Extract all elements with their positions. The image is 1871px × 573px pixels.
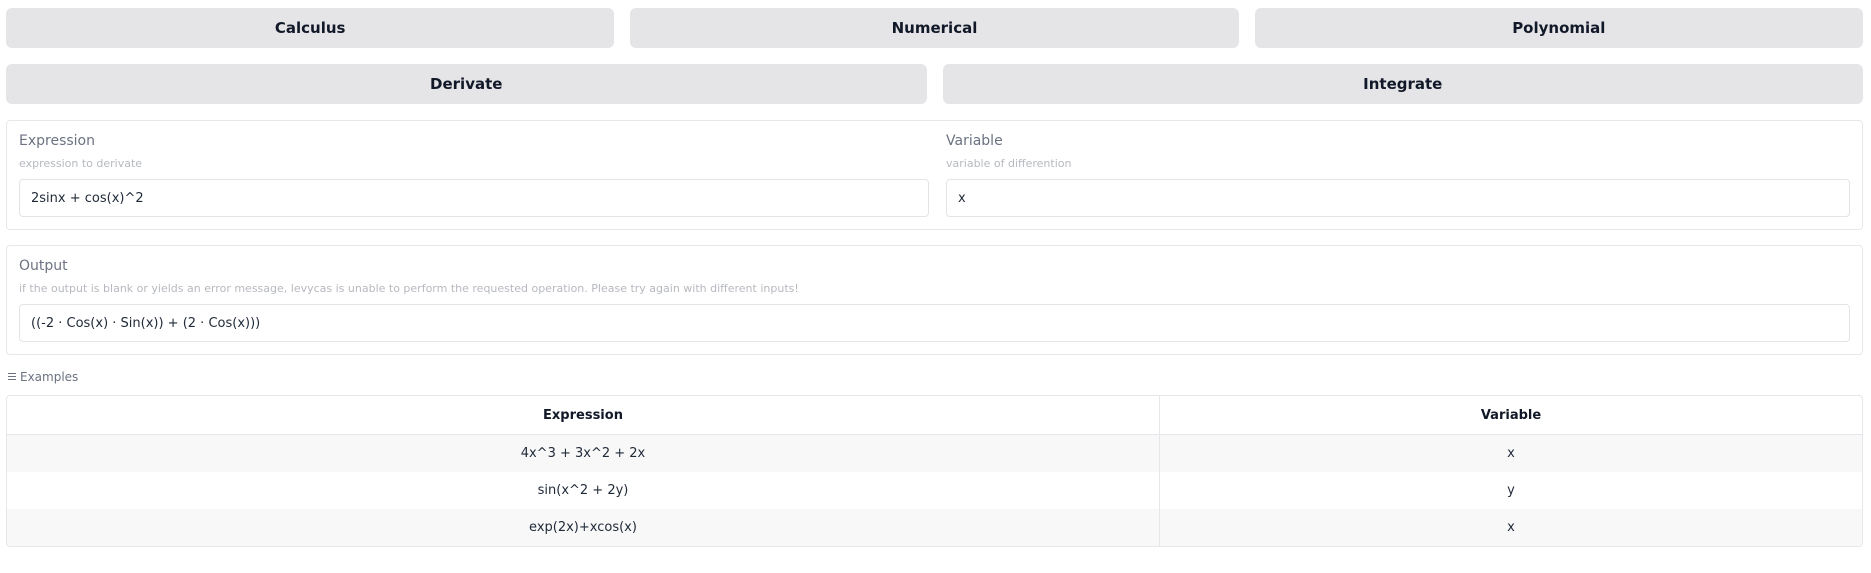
tab-numerical[interactable]: Numerical xyxy=(630,8,1239,48)
output-panel: Output if the output is blank or yields … xyxy=(6,245,1863,355)
variable-field-group: Variable variable of differention x xyxy=(946,121,1850,229)
example-expression[interactable]: sin(x^2 + 2y) xyxy=(7,472,1160,509)
example-variable[interactable]: x xyxy=(1160,435,1862,472)
expression-field-group: Expression expression to derivate 2sinx … xyxy=(19,121,929,229)
expression-input[interactable]: 2sinx + cos(x)^2 xyxy=(19,179,929,217)
variable-label: Variable xyxy=(946,133,1003,149)
inputs-panel: Expression expression to derivate 2sinx … xyxy=(6,120,1863,230)
examples-header-row: Expression Variable xyxy=(7,396,1862,435)
example-row[interactable]: 4x^3 + 3x^2 + 2x x xyxy=(7,435,1862,472)
example-row[interactable]: exp(2x)+xcos(x) x xyxy=(7,509,1862,546)
top-tab-row: Calculus Numerical Polynomial xyxy=(6,8,1863,48)
tab-calculus[interactable]: Calculus xyxy=(6,8,615,48)
variable-input[interactable]: x xyxy=(946,179,1850,217)
column-header-variable: Variable xyxy=(1480,407,1542,423)
output-info: if the output is blank or yields an erro… xyxy=(19,282,799,295)
tab-integrate[interactable]: Integrate xyxy=(942,64,1863,104)
examples-title: Examples xyxy=(20,370,79,384)
output-field-group: Output if the output is blank or yields … xyxy=(19,246,1850,354)
sub-tab-row: Derivate Integrate xyxy=(6,64,1863,104)
output-label: Output xyxy=(19,258,68,274)
example-expression[interactable]: exp(2x)+xcos(x) xyxy=(7,509,1160,546)
example-expression[interactable]: 4x^3 + 3x^2 + 2x xyxy=(7,435,1160,472)
example-row[interactable]: sin(x^2 + 2y) y xyxy=(7,472,1862,509)
examples-header: Examples xyxy=(8,370,78,384)
expression-info: expression to derivate xyxy=(19,157,143,170)
examples-table: Expression Variable 4x^3 + 3x^2 + 2x x s… xyxy=(6,395,1863,547)
tab-derivate[interactable]: Derivate xyxy=(6,64,927,104)
expression-label: Expression xyxy=(19,133,95,149)
list-icon xyxy=(8,373,16,381)
variable-info: variable of differention xyxy=(946,157,1072,170)
tab-polynomial[interactable]: Polynomial xyxy=(1254,8,1863,48)
example-variable[interactable]: y xyxy=(1160,472,1862,509)
output-textbox[interactable]: ((-2 · Cos(x) · Sin(x)) + (2 · Cos(x))) xyxy=(19,304,1850,342)
example-variable[interactable]: x xyxy=(1160,509,1862,546)
column-header-expression: Expression xyxy=(7,396,1160,434)
